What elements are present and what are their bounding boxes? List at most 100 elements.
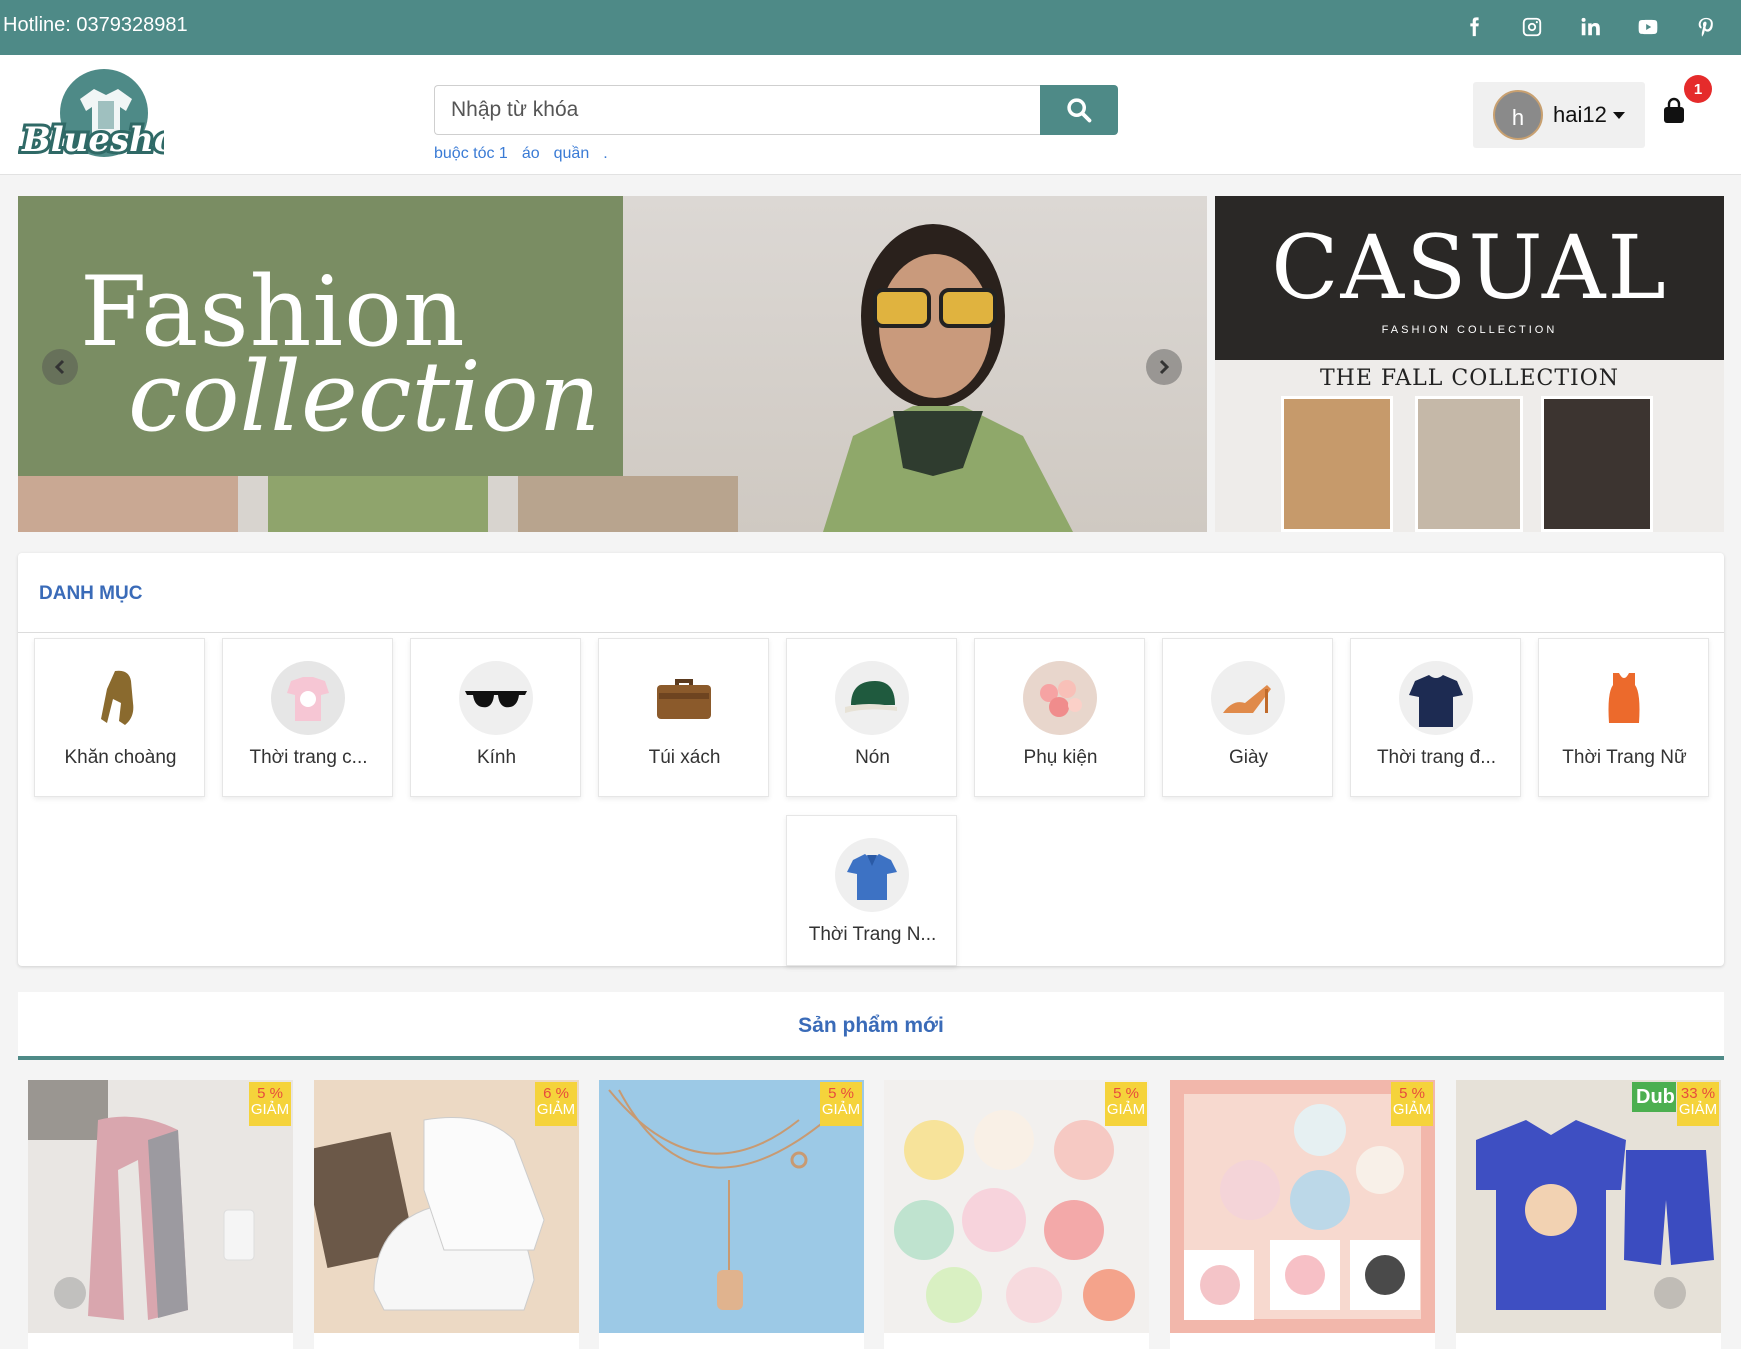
discount-value: 6 % <box>543 1085 569 1102</box>
category-label: Khăn choàng <box>64 747 177 768</box>
category-card[interactable]: Kính <box>410 638 581 797</box>
fall-photo <box>1415 396 1523 532</box>
suggestion-link[interactable]: buộc tóc 1 <box>434 145 508 163</box>
casual-banner: CASUAL FASHION COLLECTION <box>1215 196 1724 360</box>
category-card[interactable]: Thời Trang Nữ <box>1538 638 1709 797</box>
search-icon <box>1067 98 1092 123</box>
main-banner-carousel[interactable]: Fashion collection <box>18 196 1207 532</box>
category-title: DANH MỤC <box>39 583 143 604</box>
banner-thumb <box>518 476 738 532</box>
carousel-next-button[interactable] <box>1146 349 1182 385</box>
discount-label: GIẢM <box>536 1101 576 1118</box>
category-label: Thời trang đ... <box>1376 747 1497 768</box>
product-card[interactable]: Dub 33 % GIẢM <box>1456 1080 1721 1349</box>
tshirt-icon <box>1399 661 1473 735</box>
category-label: Phụ kiện <box>1023 747 1098 768</box>
youtube-icon[interactable] <box>1633 12 1663 42</box>
logo-text: Blueshop <box>21 120 164 160</box>
fall-collection-title: THE FALL COLLECTION <box>1320 366 1619 391</box>
header: Blueshop buộc tóc 1 áo quần . h hai12 1 <box>0 55 1741 175</box>
side-banner[interactable]: CASUAL FASHION COLLECTION THE FALL COLLE… <box>1215 196 1724 532</box>
category-panel: DANH MỤC Khăn choàng Thời trang c... Kín… <box>18 553 1724 966</box>
product-card[interactable]: 5 % GIẢM <box>599 1080 864 1349</box>
category-card[interactable]: Giày <box>1162 638 1333 797</box>
discount-value: 5 % <box>1399 1085 1425 1102</box>
polo-icon <box>835 838 909 912</box>
tank-top-icon <box>1587 661 1661 735</box>
search-suggestions: buộc tóc 1 áo quần . <box>434 145 608 163</box>
product-next-button[interactable] <box>1654 1277 1686 1309</box>
avatar: h <box>1493 90 1543 140</box>
shopping-bag-icon[interactable] <box>1660 97 1688 129</box>
fall-photo <box>1281 396 1393 532</box>
blueshop-logo[interactable]: Blueshop <box>18 69 164 161</box>
category-label: Thời Trang Nữ <box>1562 747 1687 768</box>
casual-title: CASUAL <box>1271 216 1668 319</box>
instagram-icon[interactable] <box>1517 12 1547 42</box>
discount-badge: 5 % GIẢM <box>820 1082 862 1126</box>
product-overlay-text: Dub <box>1632 1082 1676 1112</box>
category-card[interactable]: Thời Trang N... <box>786 815 957 966</box>
category-label: Nón <box>855 747 890 768</box>
product-card[interactable]: 6 % GIẢM <box>314 1080 579 1349</box>
chevron-right-icon <box>1159 359 1170 375</box>
discount-badge: 5 % GIẢM <box>1105 1082 1147 1126</box>
discount-value: 5 % <box>1113 1085 1139 1102</box>
username: hai12 <box>1553 102 1607 127</box>
caret-down-icon <box>1612 111 1625 119</box>
search-bar <box>434 85 1118 135</box>
banner-thumb <box>18 476 238 532</box>
discount-value: 5 % <box>828 1085 854 1102</box>
casual-subtitle: FASHION COLLECTION <box>1381 324 1558 336</box>
discount-label: GIẢM <box>821 1101 861 1118</box>
category-card[interactable]: Phụ kiện <box>974 638 1145 797</box>
category-label: Kính <box>476 747 517 768</box>
cap-icon <box>835 661 909 735</box>
product-prev-button[interactable] <box>54 1277 86 1309</box>
search-input[interactable] <box>434 85 1040 135</box>
discount-value: 33 % <box>1680 1085 1716 1102</box>
banner-thumb <box>268 476 488 532</box>
discount-value: 5 % <box>257 1085 283 1102</box>
product-card[interactable]: 5 % GIẢM <box>884 1080 1149 1349</box>
product-card[interactable]: 5 % GIẢM <box>1170 1080 1435 1349</box>
sunglasses-icon <box>459 661 533 735</box>
accessories-icon <box>1023 661 1097 735</box>
category-label: Thời Trang N... <box>808 924 937 945</box>
scarf-icon <box>83 661 157 735</box>
search-button[interactable] <box>1040 85 1118 135</box>
suggestion-link[interactable]: quần <box>554 145 590 163</box>
pinterest-icon[interactable] <box>1691 12 1721 42</box>
discount-label: GIẢM <box>250 1101 290 1118</box>
bag-icon <box>647 661 721 735</box>
new-products-title: Sản phẩm mới <box>798 1014 944 1037</box>
discount-badge: 6 % GIẢM <box>535 1082 577 1126</box>
category-card[interactable]: Nón <box>786 638 957 797</box>
category-label: Giày <box>1228 747 1269 768</box>
discount-label: GIẢM <box>1106 1101 1146 1118</box>
cart-count-badge: 1 <box>1684 75 1712 103</box>
social-links <box>1459 12 1721 42</box>
banner-title-block: Fashion collection <box>18 196 623 476</box>
category-card[interactable]: Khăn choàng <box>34 638 205 797</box>
facebook-icon[interactable] <box>1459 12 1489 42</box>
kids-clothes-icon <box>271 661 345 735</box>
banner-subtitle: collection <box>128 341 601 453</box>
discount-badge: 5 % GIẢM <box>1391 1082 1433 1126</box>
linkedin-icon[interactable] <box>1575 12 1605 42</box>
discount-badge: 33 % GIẢM <box>1677 1082 1719 1126</box>
category-card[interactable]: Túi xách <box>598 638 769 797</box>
new-products-header: Sản phẩm mới <box>18 992 1724 1060</box>
model-illustration <box>823 224 1073 532</box>
category-label: Túi xách <box>648 747 721 768</box>
top-bar: Hotline: 0379328981 <box>0 0 1741 55</box>
category-card[interactable]: Thời trang đ... <box>1350 638 1521 797</box>
suggestion-link[interactable]: áo <box>522 145 540 163</box>
category-card[interactable]: Thời trang c... <box>222 638 393 797</box>
user-menu[interactable]: h hai12 <box>1473 82 1645 148</box>
divider <box>18 632 1724 633</box>
suggestion-link[interactable]: . <box>603 145 607 163</box>
carousel-prev-button[interactable] <box>42 349 78 385</box>
hotline-text: Hotline: 0379328981 <box>3 14 188 36</box>
discount-label: GIẢM <box>1678 1101 1718 1118</box>
